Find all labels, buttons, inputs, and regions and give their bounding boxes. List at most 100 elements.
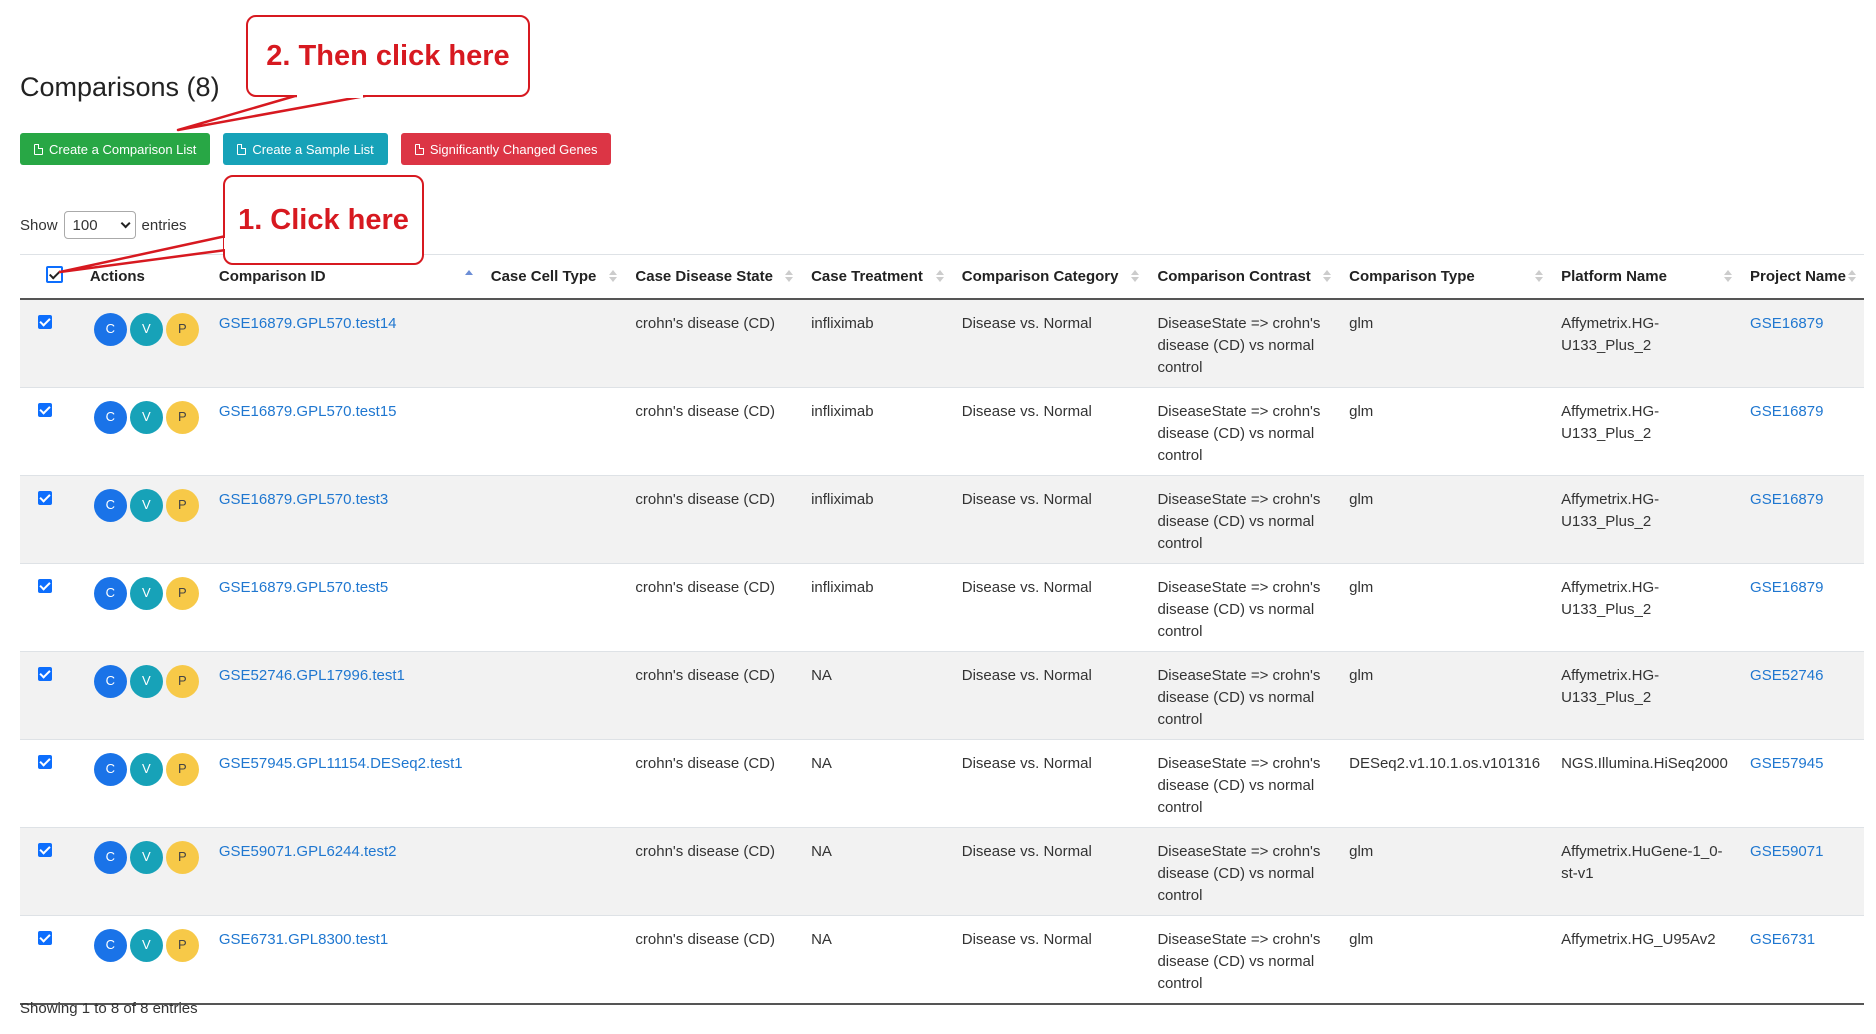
comparison-category-cell: Disease vs. Normal — [951, 739, 1148, 828]
comparison-id-link[interactable]: GSE59071.GPL6244.test2 — [219, 843, 397, 860]
compare-action-button[interactable]: C — [93, 312, 127, 346]
comparison-id-link[interactable]: GSE6731.GPL8300.test1 — [219, 931, 388, 948]
table-row: C V P GSE52746.GPL17996.test1 crohn's diseas… — [20, 651, 1864, 740]
table-info: Showing 1 to 8 of 8 entries — [20, 1000, 198, 1017]
column-header-case-treatment[interactable]: Case Treatment — [801, 254, 952, 300]
case-cell-type-cell — [480, 915, 626, 1005]
comparison-category-cell: Disease vs. Normal — [951, 651, 1148, 740]
view-action-button[interactable]: V — [129, 312, 163, 346]
row-actions-cell: CVP — [79, 651, 209, 740]
compare-action-button[interactable]: C — [93, 400, 127, 434]
row-checkbox[interactable] — [38, 930, 52, 945]
comparison-type-cell: glm — [1339, 915, 1552, 1005]
comparison-id-cell: GSE16879.GPL570.test3 — [208, 475, 481, 564]
case-treatment-cell: infliximab — [801, 298, 952, 388]
row-checkbox[interactable] — [38, 754, 52, 769]
row-actions-cell: CVP — [79, 563, 209, 652]
case-disease-state-cell: crohn's disease (CD) — [625, 298, 802, 388]
plot-action-button[interactable]: P — [165, 576, 199, 610]
comparison-type-cell: DESeq2.v1.10.1.os.v101316 — [1339, 739, 1552, 828]
project-name-link[interactable]: GSE16879 — [1750, 315, 1823, 332]
project-name-link[interactable]: GSE6731 — [1750, 931, 1815, 948]
row-actions-cell: CVP — [79, 827, 209, 916]
document-icon — [237, 143, 247, 155]
project-name-link[interactable]: GSE16879 — [1750, 403, 1823, 420]
comparison-id-link[interactable]: GSE57945.GPL11154.DESeq2.test1 — [219, 755, 463, 772]
compare-action-button[interactable]: C — [93, 752, 127, 786]
compare-action-button[interactable]: C — [93, 840, 127, 874]
project-name-link[interactable]: GSE59071 — [1750, 843, 1823, 860]
case-treatment-cell: NA — [801, 915, 952, 1005]
callout-step2-text: 2. Then click here — [266, 39, 510, 72]
comparison-id-link[interactable]: GSE16879.GPL570.test14 — [219, 315, 397, 332]
platform-name-cell: Affymetrix.HG-U133_Plus_2 — [1551, 387, 1741, 476]
sort-icon — [1848, 270, 1856, 283]
column-header-project-name[interactable]: Project Name — [1740, 254, 1864, 300]
case-treatment-cell: NA — [801, 739, 952, 828]
project-name-cell: GSE16879 — [1740, 563, 1864, 652]
view-action-button[interactable]: V — [129, 664, 163, 698]
callout-step1-text: 1. Click here — [238, 203, 409, 236]
row-actions-cell: CVP — [79, 387, 209, 476]
view-action-button[interactable]: V — [129, 840, 163, 874]
create-sample-list-button[interactable]: Create a Sample List — [223, 133, 388, 165]
plot-action-button[interactable]: P — [165, 928, 199, 962]
create-sample-list-label: Create a Sample List — [252, 141, 374, 157]
row-checkbox[interactable] — [38, 842, 52, 857]
row-checkbox[interactable] — [38, 314, 52, 329]
comparison-id-link[interactable]: GSE16879.GPL570.test3 — [219, 491, 388, 508]
view-action-button[interactable]: V — [129, 400, 163, 434]
view-action-button[interactable]: V — [129, 752, 163, 786]
compare-action-button[interactable]: C — [93, 576, 127, 610]
view-action-button[interactable]: V — [129, 488, 163, 522]
platform-name-cell: Affymetrix.HG-U133_Plus_2 — [1551, 298, 1741, 388]
column-header-comparison-category[interactable]: Comparison Category — [951, 254, 1148, 300]
column-header-platform-name[interactable]: Platform Name — [1551, 254, 1741, 300]
platform-name-cell: Affymetrix.HuGene-1_0-st-v1 — [1551, 827, 1741, 916]
comparison-id-cell: GSE59071.GPL6244.test2 — [208, 827, 481, 916]
compare-action-button[interactable]: C — [93, 664, 127, 698]
table-row: C V P GSE16879.GPL570.test14 crohn's disease… — [20, 298, 1864, 388]
project-name-link[interactable]: GSE16879 — [1750, 579, 1823, 596]
comparison-id-link[interactable]: GSE16879.GPL570.test5 — [219, 579, 388, 596]
column-header-comparison-type[interactable]: Comparison Type — [1339, 254, 1552, 300]
row-actions-cell: CVP — [79, 298, 209, 388]
table-row: C V P GSE16879.GPL570.test3 crohn's disease … — [20, 475, 1864, 564]
column-header-case-cell-type[interactable]: Case Cell Type — [480, 254, 626, 300]
row-checkbox[interactable] — [38, 666, 52, 681]
case-disease-state-cell: crohn's disease (CD) — [625, 827, 802, 916]
comparison-category-cell: Disease vs. Normal — [951, 563, 1148, 652]
entries-select[interactable]: 100 — [63, 211, 136, 239]
row-checkbox[interactable] — [38, 490, 52, 505]
project-name-link[interactable]: GSE57945 — [1750, 755, 1823, 772]
significantly-changed-genes-button[interactable]: Significantly Changed Genes — [400, 133, 612, 165]
page-title: Comparisons (8) — [20, 72, 220, 102]
row-checkbox[interactable] — [38, 402, 52, 417]
column-header-case-disease-state[interactable]: Case Disease State — [625, 254, 802, 300]
comparison-id-link[interactable]: GSE16879.GPL570.test15 — [219, 403, 397, 420]
plot-action-button[interactable]: P — [165, 664, 199, 698]
select-all-checkbox[interactable] — [46, 265, 63, 283]
project-name-link[interactable]: GSE52746 — [1750, 667, 1823, 684]
comparison-id-cell: GSE52746.GPL17996.test1 — [208, 651, 481, 740]
view-action-button[interactable]: V — [129, 928, 163, 962]
plot-action-button[interactable]: P — [165, 312, 199, 346]
project-name-link[interactable]: GSE16879 — [1750, 491, 1823, 508]
plot-action-button[interactable]: P — [165, 488, 199, 522]
plot-action-button[interactable]: P — [165, 752, 199, 786]
create-comparison-list-button[interactable]: Create a Comparison List — [20, 133, 211, 165]
compare-action-button[interactable]: C — [93, 488, 127, 522]
view-action-button[interactable]: V — [129, 576, 163, 610]
column-header-comparison-contrast[interactable]: Comparison Contrast — [1147, 254, 1340, 300]
row-checkbox[interactable] — [38, 578, 52, 593]
comparison-category-cell: Disease vs. Normal — [951, 475, 1148, 564]
project-name-cell: GSE52746 — [1740, 651, 1864, 740]
compare-action-button[interactable]: C — [93, 928, 127, 962]
comparison-contrast-cell: DiseaseState => crohn's disease (CD) vs … — [1147, 475, 1340, 564]
platform-name-cell: Affymetrix.HG_U95Av2 — [1551, 915, 1741, 1005]
comparison-id-link[interactable]: GSE52746.GPL17996.test1 — [219, 667, 405, 684]
plot-action-button[interactable]: P — [165, 840, 199, 874]
show-label: Show — [20, 216, 58, 234]
plot-action-button[interactable]: P — [165, 400, 199, 434]
row-actions-cell: CVP — [79, 475, 209, 564]
